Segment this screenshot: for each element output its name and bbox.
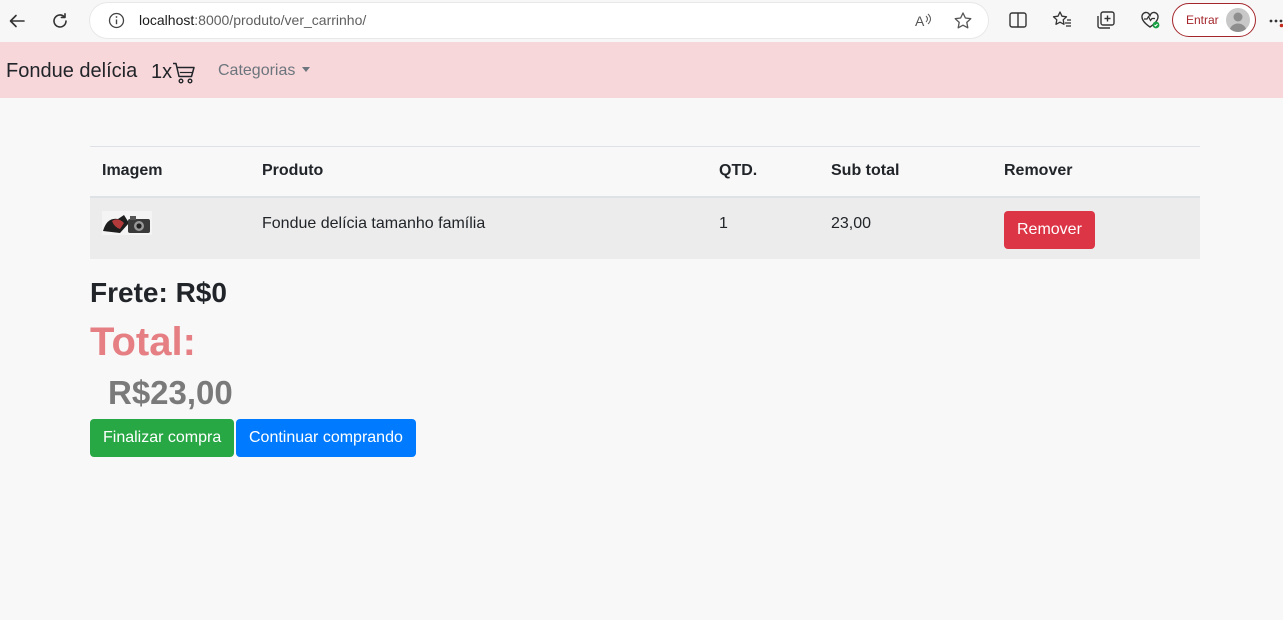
total-label: Total: — [90, 320, 196, 364]
categories-label: Categorias — [218, 62, 296, 79]
cell-qtd: 1 — [707, 196, 819, 259]
header-produto: Produto — [250, 146, 707, 198]
address-bar[interactable]: localhost:8000/produto/ver_carrinho/ A — [90, 3, 988, 38]
header-qtd: QTD. — [707, 146, 819, 198]
site-info-icon[interactable] — [108, 12, 125, 29]
site-navbar: Fondue delícia 1x Categorias — [0, 42, 1283, 98]
favorites-icon[interactable] — [1051, 9, 1073, 31]
table-row: Fondue delícia tamanho família 1 23,00 R… — [90, 196, 1200, 259]
url-host: localhost — [139, 12, 195, 28]
header-subtotal: Sub total — [819, 146, 992, 198]
brand-link[interactable]: Fondue delícia — [6, 60, 137, 83]
remove-button[interactable]: Remover — [1004, 210, 1095, 249]
cart-table: Imagem Produto QTD. Sub total Remover Fo… — [90, 146, 1200, 259]
product-thumbnail — [102, 210, 152, 235]
svg-text:A: A — [915, 13, 925, 29]
frete-text: Frete: R$0 — [90, 277, 227, 308]
back-icon[interactable] — [4, 8, 30, 34]
favorite-star-icon[interactable] — [953, 11, 973, 31]
url-text[interactable]: localhost:8000/produto/ver_carrinho/ — [139, 12, 366, 28]
signin-label: Entrar — [1186, 13, 1219, 27]
cart-link[interactable]: 1x — [151, 60, 196, 85]
cell-subtotal: 23,00 — [819, 196, 992, 259]
profile-avatar-icon — [1226, 8, 1250, 32]
signin-button[interactable]: Entrar — [1172, 3, 1256, 37]
table-header-row: Imagem Produto QTD. Sub total Remover — [90, 146, 1200, 198]
cell-produto: Fondue delícia tamanho família — [250, 196, 707, 259]
more-options-icon[interactable] — [1268, 12, 1283, 30]
cart-count: 1x — [151, 61, 173, 83]
browser-toolbar: localhost:8000/produto/ver_carrinho/ A E… — [0, 0, 1283, 42]
cart-icon — [173, 62, 195, 84]
continuar-comprando-button[interactable]: Continuar comprando — [236, 419, 416, 457]
total-value: R$23,00 — [108, 374, 233, 411]
cell-remover: Remover — [992, 196, 1200, 259]
split-screen-icon[interactable] — [1007, 9, 1029, 31]
header-imagem: Imagem — [90, 146, 250, 198]
caret-down-icon — [302, 67, 311, 72]
browser-essentials-icon[interactable] — [1139, 9, 1161, 31]
url-path: :8000/produto/ver_carrinho/ — [194, 12, 367, 28]
read-aloud-icon[interactable]: A — [913, 11, 933, 31]
refresh-icon[interactable] — [47, 8, 73, 34]
header-remover: Remover — [992, 146, 1200, 198]
cell-imagem — [90, 196, 250, 259]
categories-dropdown[interactable]: Categorias — [218, 62, 311, 80]
finalizar-compra-button[interactable]: Finalizar compra — [90, 419, 235, 457]
collections-icon[interactable] — [1095, 9, 1117, 31]
